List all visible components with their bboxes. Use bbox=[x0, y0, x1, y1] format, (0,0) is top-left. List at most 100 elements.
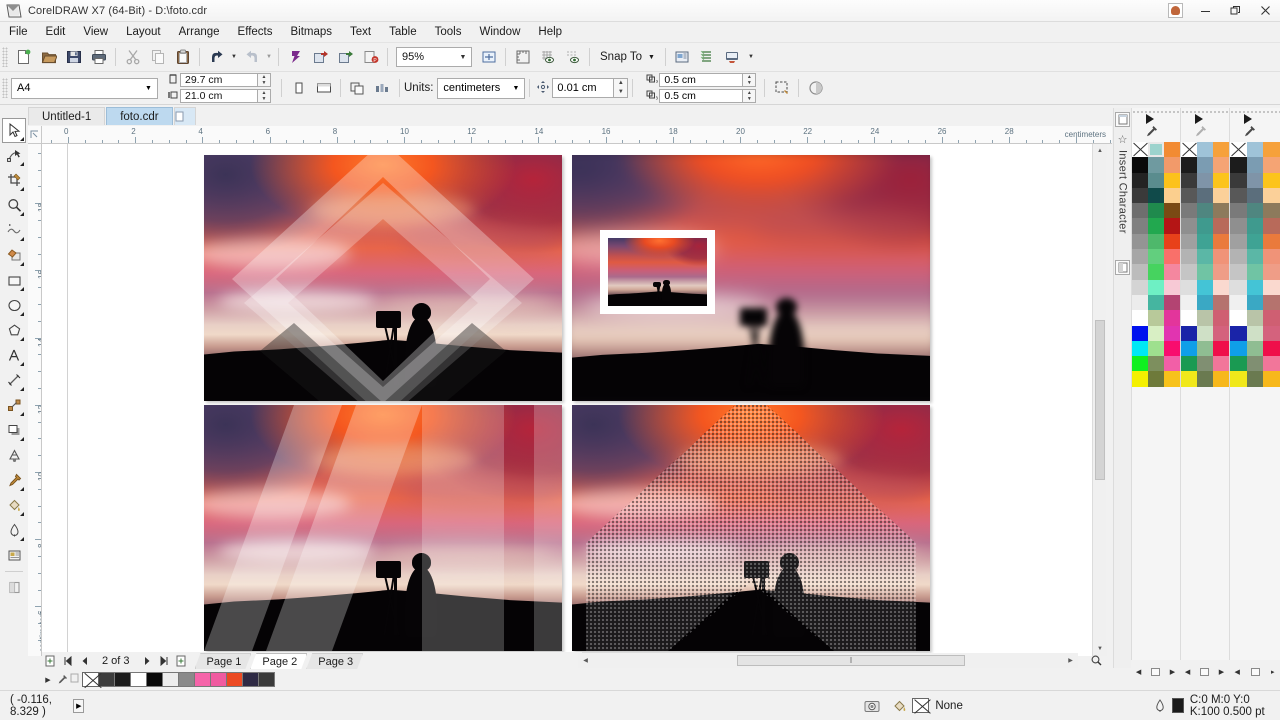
parallel-dimension-tool[interactable] bbox=[2, 368, 26, 393]
palette-swatch[interactable] bbox=[1148, 371, 1164, 387]
palette-swatch[interactable] bbox=[1181, 187, 1197, 204]
palette-swatch[interactable] bbox=[1213, 249, 1229, 265]
palette-swatch[interactable] bbox=[1132, 157, 1148, 173]
palette-swatch[interactable] bbox=[1246, 172, 1264, 188]
new-document-button[interactable] bbox=[11, 45, 36, 69]
shape-tool[interactable] bbox=[2, 143, 26, 168]
palette-swatch[interactable] bbox=[1246, 264, 1264, 280]
menu-window[interactable]: Window bbox=[470, 23, 529, 42]
horizontal-ruler[interactable]: 0 2 4 6 8 10 12 14 16 18 20 22 24 26 28 centimeters bbox=[42, 126, 1112, 144]
photo-diagonal-bands[interactable] bbox=[204, 405, 562, 651]
palette-swatch[interactable] bbox=[1263, 340, 1280, 357]
status-expand-button[interactable]: ▶ bbox=[73, 698, 85, 713]
inset-photo-frame[interactable] bbox=[600, 230, 715, 314]
fill-dialog-tool[interactable] bbox=[2, 543, 26, 568]
palette-swatch[interactable] bbox=[1132, 249, 1148, 265]
palette-swatch[interactable] bbox=[1197, 203, 1213, 219]
page-tab-page-3[interactable]: Page 3 bbox=[306, 653, 363, 669]
palette-swatch[interactable] bbox=[1197, 279, 1213, 295]
palette-swatch[interactable] bbox=[1197, 294, 1213, 311]
palette-swatch[interactable] bbox=[1246, 187, 1264, 204]
palette-prev-button[interactable]: ◀ bbox=[1136, 668, 1141, 676]
palette-swatch[interactable] bbox=[1132, 233, 1148, 250]
palette-swatch[interactable] bbox=[1181, 325, 1197, 341]
palette-swatch[interactable] bbox=[1181, 157, 1197, 173]
outline-pen-tool[interactable] bbox=[2, 518, 26, 543]
zoom-tool[interactable] bbox=[2, 193, 26, 218]
palette-next-button[interactable]: ▶ bbox=[1219, 668, 1224, 676]
palette-swatch[interactable] bbox=[1246, 157, 1264, 173]
flyout-arrow-icon[interactable] bbox=[20, 187, 24, 191]
flyout-arrow-icon[interactable] bbox=[20, 537, 24, 541]
redo-button[interactable] bbox=[239, 45, 264, 69]
page-width-input[interactable]: 29.7 cm bbox=[180, 73, 258, 87]
palette-swatch[interactable] bbox=[258, 672, 275, 687]
palette-swatch[interactable] bbox=[1263, 279, 1280, 295]
palette-swatch[interactable] bbox=[1230, 371, 1247, 387]
drop-shadow-tool[interactable] bbox=[2, 418, 26, 443]
palette-swatch[interactable] bbox=[1132, 356, 1148, 372]
menu-bitmaps[interactable]: Bitmaps bbox=[281, 23, 341, 42]
palette-swatch[interactable] bbox=[1164, 264, 1180, 280]
toolbar-grip[interactable] bbox=[2, 47, 8, 67]
interactive-fill-tool[interactable] bbox=[2, 493, 26, 518]
palette-swatch-button[interactable] bbox=[1150, 668, 1160, 676]
palette-swatch[interactable] bbox=[1263, 264, 1280, 280]
menu-file[interactable]: File bbox=[0, 23, 37, 42]
palette-expand-caret-icon[interactable] bbox=[1195, 114, 1203, 124]
palette-swatch[interactable] bbox=[1246, 233, 1264, 250]
flyout-arrow-icon[interactable] bbox=[20, 337, 24, 341]
palette-expand-caret-icon[interactable] bbox=[1244, 114, 1252, 124]
flyout-arrow-icon[interactable] bbox=[20, 362, 24, 366]
palette-column-1[interactable] bbox=[1131, 108, 1180, 660]
eyedropper-icon[interactable] bbox=[1242, 125, 1256, 142]
palette-swatch[interactable] bbox=[242, 672, 259, 687]
eyedropper-icon[interactable] bbox=[1193, 125, 1207, 142]
show-rulers-button[interactable] bbox=[510, 45, 535, 69]
palette-swatch[interactable] bbox=[1213, 142, 1229, 158]
palette-swatch[interactable] bbox=[1148, 249, 1164, 265]
palette-swatch[interactable] bbox=[1164, 325, 1180, 341]
color-eyedropper-tool[interactable] bbox=[2, 468, 26, 493]
palette-swatch[interactable] bbox=[162, 672, 179, 687]
palette-swatch[interactable] bbox=[1246, 203, 1264, 219]
outline-pen-icon[interactable] bbox=[1153, 698, 1167, 713]
palette-swatch[interactable] bbox=[1263, 203, 1280, 219]
palette-swatch[interactable] bbox=[1230, 264, 1247, 280]
palette-swatch[interactable] bbox=[1148, 279, 1164, 295]
flyout-arrow-icon[interactable] bbox=[20, 287, 24, 291]
import-button[interactable] bbox=[308, 45, 333, 69]
palette-swatch[interactable] bbox=[1213, 233, 1229, 250]
palette-swatch[interactable] bbox=[1132, 203, 1148, 219]
open-document-button[interactable] bbox=[36, 45, 61, 69]
menu-effects[interactable]: Effects bbox=[229, 23, 282, 42]
palette-2-header[interactable] bbox=[1181, 108, 1229, 142]
flyout-arrow-icon[interactable] bbox=[20, 212, 24, 216]
palette-swatch[interactable] bbox=[1197, 187, 1213, 204]
spinner-down[interactable]: ▼ bbox=[614, 88, 627, 97]
palette-swatch[interactable] bbox=[1148, 264, 1164, 280]
redo-dropdown-arrow[interactable]: ▼ bbox=[264, 54, 274, 60]
palette-swatch[interactable] bbox=[1263, 172, 1280, 188]
palette-swatch[interactable] bbox=[1213, 310, 1229, 326]
last-page-button[interactable] bbox=[156, 653, 173, 669]
palette-swatch[interactable] bbox=[1164, 249, 1180, 265]
launcher-dropdown-arrow[interactable]: ▼ bbox=[745, 54, 757, 60]
palette-none-swatch[interactable] bbox=[82, 672, 99, 687]
horizontal-scrollbar[interactable]: ◀ ‖ ▶ bbox=[578, 653, 1078, 668]
palette-swatch[interactable] bbox=[226, 672, 243, 687]
corel-connect-icon[interactable] bbox=[283, 45, 308, 69]
palette-swatch[interactable] bbox=[1246, 371, 1264, 387]
palette-swatch[interactable] bbox=[1132, 279, 1148, 295]
palette-swatch[interactable] bbox=[1148, 218, 1164, 234]
palette-1-swatches[interactable] bbox=[1132, 142, 1180, 387]
propertybar-grip[interactable] bbox=[2, 78, 8, 98]
flyout-arrow-icon[interactable] bbox=[20, 487, 24, 491]
rectangle-tool[interactable] bbox=[2, 268, 26, 293]
zoom-level-combo[interactable]: 95% ▼ bbox=[396, 47, 472, 67]
show-guidelines-button[interactable] bbox=[560, 45, 585, 69]
palette-swatch[interactable] bbox=[1132, 371, 1148, 387]
undo-dropdown-arrow[interactable]: ▼ bbox=[229, 54, 239, 60]
flyout-arrow-icon[interactable] bbox=[20, 437, 24, 441]
current-page-only-button[interactable] bbox=[370, 76, 395, 100]
